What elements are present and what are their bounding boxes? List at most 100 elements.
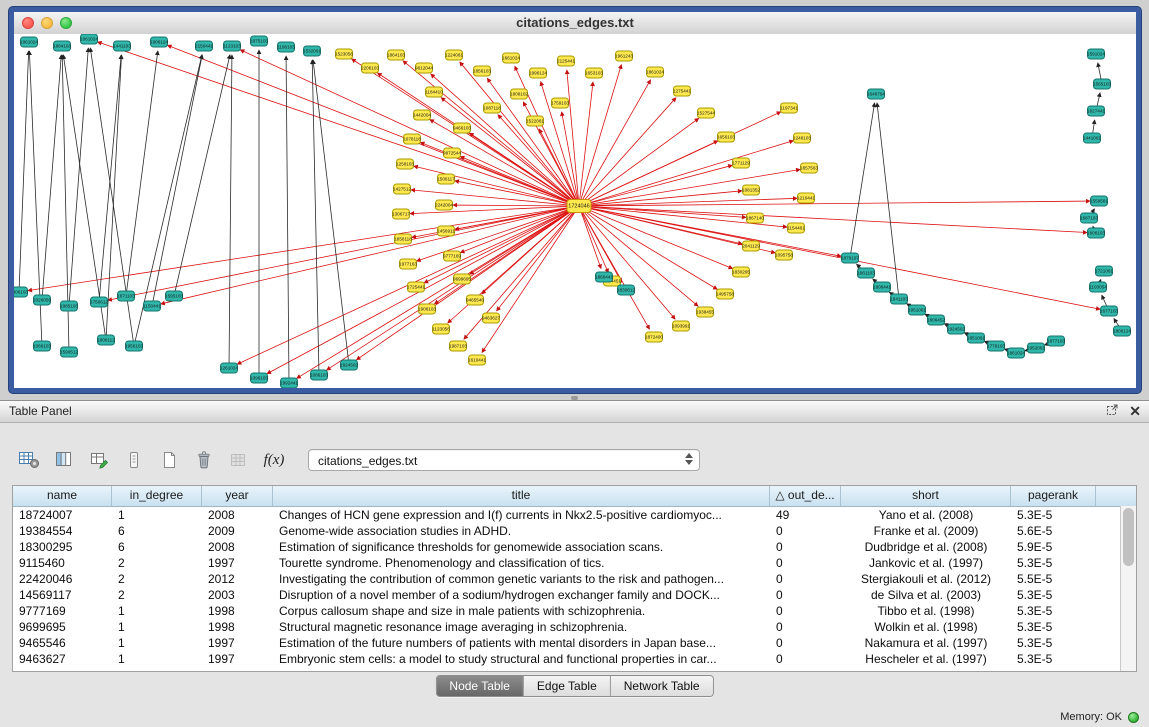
network-node[interactable]: 1924502 xyxy=(947,324,965,334)
table-cell[interactable]: 1998 xyxy=(202,619,273,635)
network-node[interactable]: 1532061 xyxy=(303,46,321,56)
function-builder-icon[interactable]: f(x) xyxy=(261,447,287,473)
table-cell[interactable]: 0 xyxy=(770,555,841,571)
table-settings-icon[interactable] xyxy=(16,447,42,473)
table-row[interactable]: 1830029562008Estimation of significance … xyxy=(13,539,1136,555)
network-node[interactable]: 1861024 xyxy=(1007,348,1025,358)
network-node[interactable]: 1086103 xyxy=(310,370,328,380)
show-columns-icon[interactable] xyxy=(51,447,77,473)
table-row[interactable]: 1872400712008Changes of HCN gene express… xyxy=(13,507,1136,523)
table-cell[interactable]: 5.3E-5 xyxy=(1011,507,1096,523)
network-node[interactable]: 1677103 xyxy=(1100,306,1118,316)
network-node[interactable]: 1522061 xyxy=(526,116,544,126)
table-cell[interactable]: 9463627 xyxy=(13,651,112,667)
network-node[interactable]: 9777169 xyxy=(443,251,461,261)
network-node[interactable]: 1123103 xyxy=(223,41,241,51)
network-node[interactable]: 1806124 xyxy=(1113,326,1131,336)
network-node[interactable]: 1860441 xyxy=(595,272,613,282)
network-node[interactable]: 1427512 xyxy=(393,184,411,194)
table-cell[interactable]: 6 xyxy=(112,539,202,555)
network-node[interactable]: 1987103 xyxy=(449,341,467,351)
column-header-year[interactable]: year xyxy=(202,486,273,506)
table-cell[interactable]: Corpus callosum shape and size in male p… xyxy=(273,603,770,619)
network-node[interactable]: 1977163 xyxy=(399,259,417,269)
table-cell[interactable]: 9699695 xyxy=(13,619,112,635)
table-row[interactable]: 946554611997Estimation of the future num… xyxy=(13,635,1136,651)
table-cell[interactable]: 2 xyxy=(112,587,202,603)
network-node[interactable]: 1661024 xyxy=(502,53,520,63)
table-cell[interactable]: 2 xyxy=(112,555,202,571)
network-node[interactable]: 1857563 xyxy=(800,163,818,173)
table-cell[interactable]: Investigating the contribution of common… xyxy=(273,571,770,587)
import-table-icon[interactable] xyxy=(226,447,252,473)
network-node[interactable]: 1495758 xyxy=(716,289,734,299)
table-cell[interactable]: Tibbo et al. (1998) xyxy=(841,603,1011,619)
network-node[interactable]: 1841103 xyxy=(890,294,908,304)
network-node[interactable]: 2206103 xyxy=(361,63,379,73)
network-node[interactable]: 1653103 xyxy=(585,68,603,78)
table-cell[interactable]: 0 xyxy=(770,619,841,635)
table-cell[interactable]: 2008 xyxy=(202,539,273,555)
network-node[interactable]: 2150441 xyxy=(195,41,213,51)
network-node[interactable]: 1687103 xyxy=(1080,213,1098,223)
network-node[interactable]: 1150441 xyxy=(143,301,161,311)
table-cell[interactable]: Stergiakouli et al. (2012) xyxy=(841,571,1011,587)
network-node[interactable]: 1595103 xyxy=(165,291,183,301)
window-titlebar[interactable]: citations_edges.txt xyxy=(14,12,1136,35)
table-row[interactable]: 969969511998Structural magnetic resonanc… xyxy=(13,619,1136,635)
network-node[interactable]: 1087118 xyxy=(483,103,501,113)
table-cell[interactable]: 0 xyxy=(770,603,841,619)
network-node[interactable]: 1093991 xyxy=(672,321,690,331)
network-node[interactable]: 1061024 xyxy=(80,34,98,44)
table-cell[interactable]: 1 xyxy=(112,507,202,523)
network-node[interactable]: 1871103 xyxy=(117,291,135,301)
tab-node-table[interactable]: Node Table xyxy=(436,676,523,696)
network-node[interactable]: 1103054 xyxy=(1089,282,1107,292)
table-cell[interactable]: 5.3E-5 xyxy=(1011,555,1096,571)
network-node[interactable]: 9463627 xyxy=(482,313,500,323)
table-cell[interactable]: 2008 xyxy=(202,507,273,523)
column-header-title[interactable]: title xyxy=(273,486,770,506)
network-node[interactable]: 1078118 xyxy=(403,134,421,144)
network-table-selector[interactable]: citations_edges.txt xyxy=(308,449,700,471)
table-cell[interactable]: 5.3E-5 xyxy=(1011,619,1096,635)
network-node[interactable]: 1884103 xyxy=(53,41,71,51)
network-node[interactable]: 1864103 xyxy=(387,50,405,60)
network-node[interactable]: 1851061 xyxy=(967,333,985,343)
table-cell[interactable]: 2012 xyxy=(202,571,273,587)
vertical-scrollbar[interactable] xyxy=(1120,506,1136,671)
network-node[interactable]: 1776103 xyxy=(987,341,1005,351)
network-node[interactable]: 1123056 xyxy=(432,324,450,334)
network-node[interactable]: 1095758 xyxy=(775,250,793,260)
table-cell[interactable]: 5.5E-5 xyxy=(1011,571,1096,587)
table-cell[interactable]: 6 xyxy=(112,523,202,539)
close-panel-icon[interactable]: ✕ xyxy=(1129,401,1141,422)
table-cell[interactable]: Nakamura et al. (1997) xyxy=(841,635,1011,651)
network-node[interactable]: 1441061 xyxy=(1083,133,1101,143)
table-cell[interactable]: 1 xyxy=(112,635,202,651)
tab-network-table[interactable]: Network Table xyxy=(610,676,713,696)
network-node[interactable]: 1590512 xyxy=(60,347,78,357)
scrollbar-thumb[interactable] xyxy=(1123,508,1134,566)
network-node[interactable]: 9872544 xyxy=(443,148,461,158)
table-row[interactable]: 977716911998Corpus callosum shape and si… xyxy=(13,603,1136,619)
table-cell[interactable]: 1 xyxy=(112,651,202,667)
network-node[interactable]: 1806441 xyxy=(873,282,891,292)
table-cell[interactable]: Changes of HCN gene expression and I(f) … xyxy=(273,507,770,523)
table-cell[interactable]: Wolkin et al. (1998) xyxy=(841,619,1011,635)
table-cell[interactable]: Embryonic stem cells: a model to study s… xyxy=(273,651,770,667)
network-node[interactable]: 1096103 xyxy=(250,373,268,383)
network-node[interactable]: 2041129 xyxy=(742,241,760,251)
table-row[interactable]: 911546021997Tourette syndrome. Phenomeno… xyxy=(13,555,1136,571)
table-cell[interactable]: Disruption of a novel member of a sodium… xyxy=(273,587,770,603)
network-node[interactable]: 1867140 xyxy=(746,213,764,223)
edit-table-icon[interactable] xyxy=(86,447,112,473)
column-header-short[interactable]: short xyxy=(841,486,1011,506)
network-node[interactable]: 1759103 xyxy=(551,98,569,108)
table-cell[interactable]: 1997 xyxy=(202,635,273,651)
network-node[interactable]: 1559581 xyxy=(1090,196,1108,206)
network-node[interactable]: 1858118 xyxy=(394,234,412,244)
table-cell[interactable]: Franke et al. (2009) xyxy=(841,523,1011,539)
table-cell[interactable]: 1998 xyxy=(202,603,273,619)
table-cell[interactable]: 19384554 xyxy=(13,523,112,539)
